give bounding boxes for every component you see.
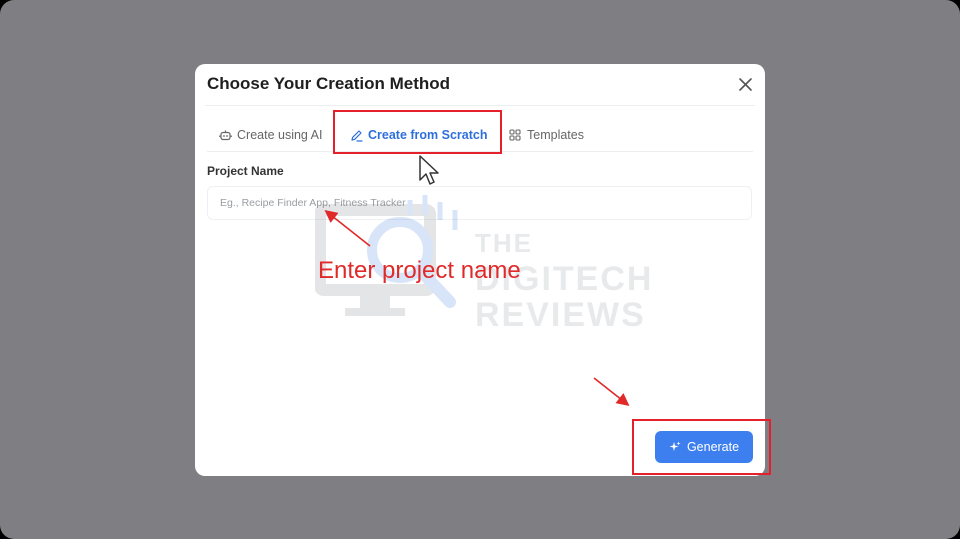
annotation-enter-project-name: Enter project name: [318, 257, 521, 284]
watermark-line-3: REVIEWS: [475, 296, 646, 334]
dialog-title: Choose Your Creation Method: [207, 74, 451, 93]
tab-label: Templates: [527, 128, 584, 142]
grid-icon: [509, 128, 522, 142]
mouse-cursor-icon: [419, 155, 439, 185]
close-icon: [738, 77, 752, 91]
project-name-label: Project Name: [207, 164, 284, 178]
highlight-generate-button: [632, 419, 771, 475]
tab-create-using-ai[interactable]: Create using AI: [219, 118, 322, 152]
tab-label: Create using AI: [237, 128, 323, 142]
close-button[interactable]: [735, 74, 755, 94]
tab-templates[interactable]: Templates: [509, 118, 584, 152]
header-divider: [205, 105, 755, 106]
robot-icon: [219, 129, 232, 142]
watermark-line-1: THE: [475, 228, 533, 258]
highlight-create-from-scratch: [333, 110, 502, 154]
